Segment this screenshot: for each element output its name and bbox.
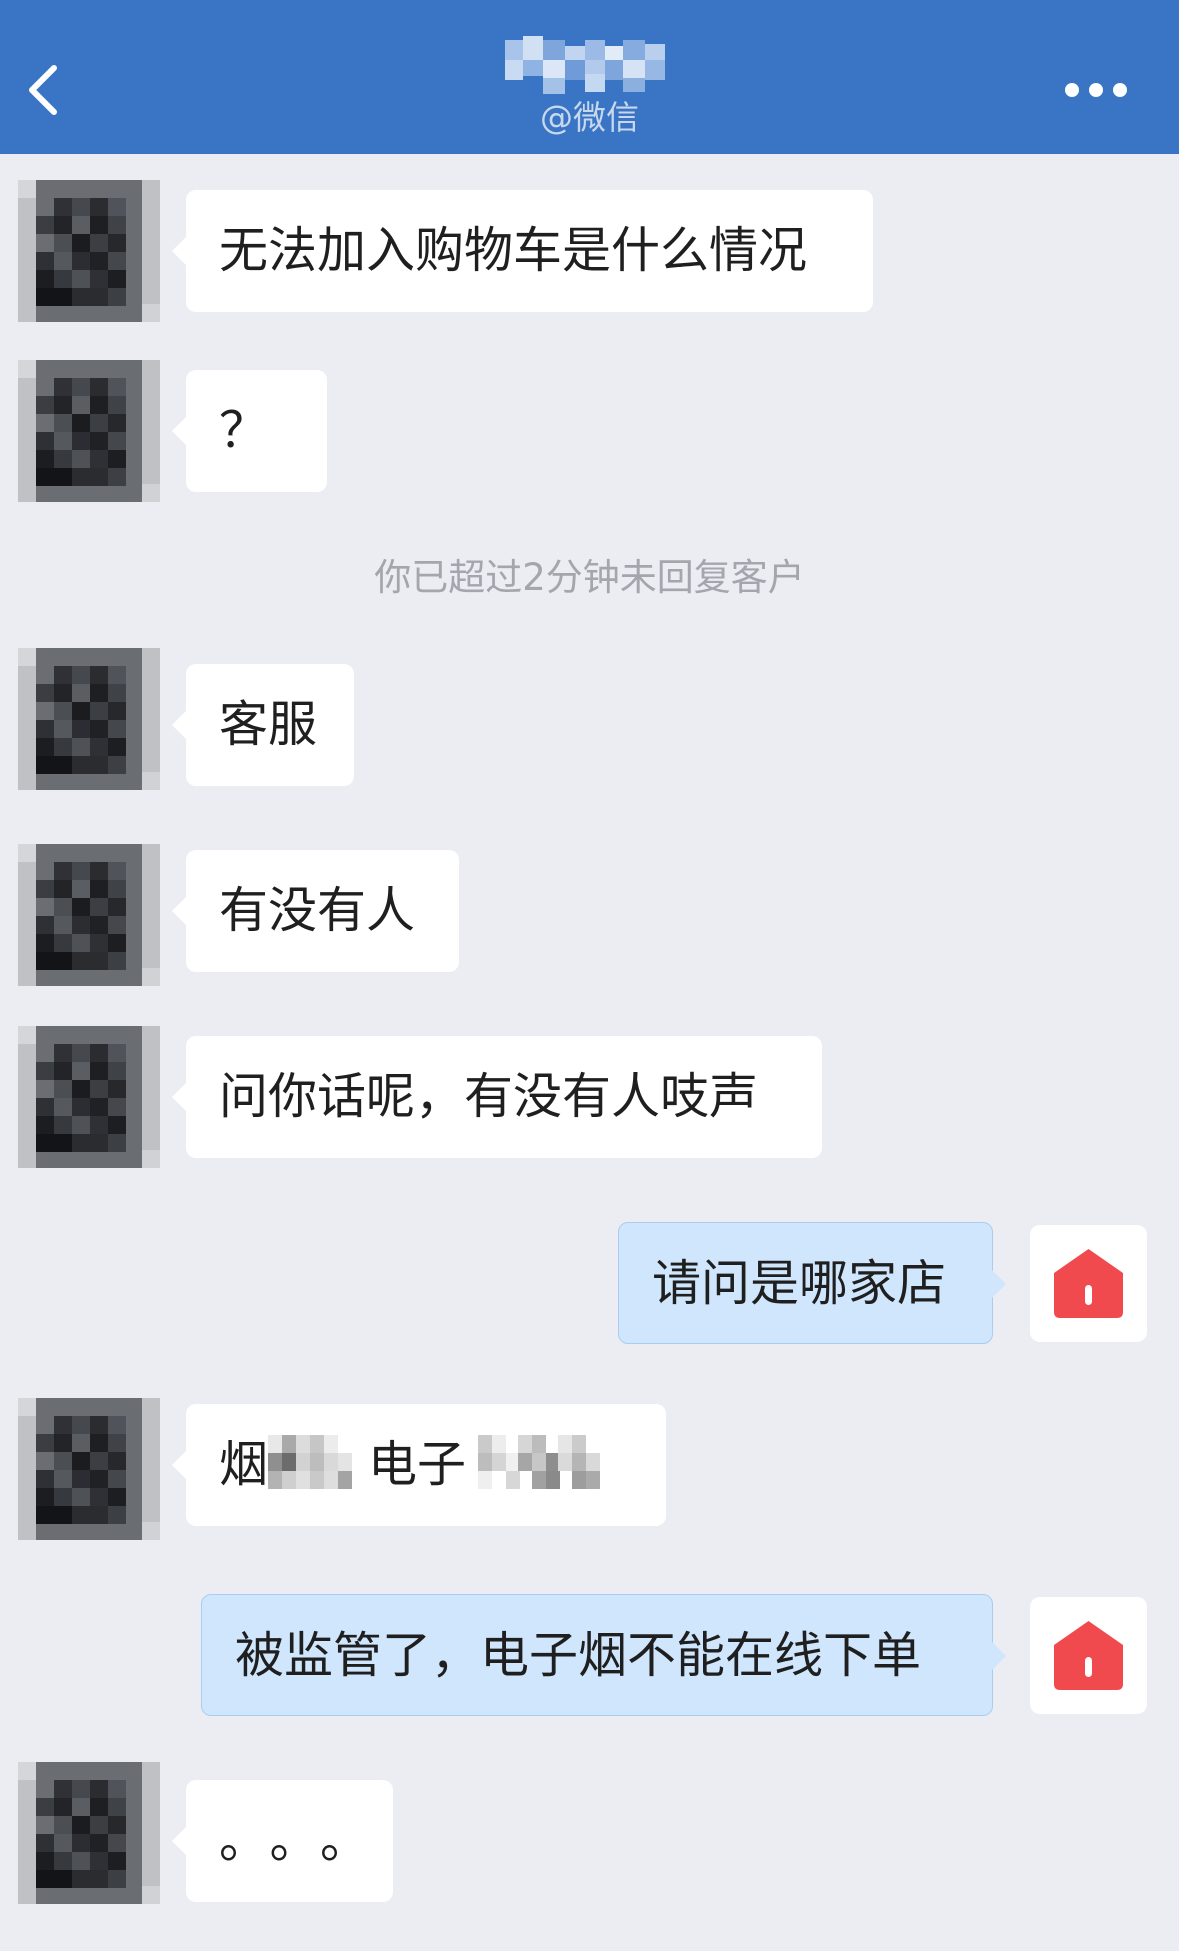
customer-avatar[interactable]	[18, 1026, 160, 1168]
customer-avatar[interactable]	[18, 360, 160, 502]
message-bubble[interactable]: 客服	[172, 664, 354, 786]
message-bubble[interactable]: 有没有人	[172, 850, 459, 972]
customer-avatar[interactable]	[18, 1398, 160, 1540]
message-bubble[interactable]: 无法加入购物车是什么情况	[172, 190, 873, 312]
shop-home-icon	[1054, 1621, 1123, 1690]
customer-avatar[interactable]	[18, 1762, 160, 1904]
redacted-text-block	[466, 1434, 615, 1489]
message-bubble-redacted[interactable]: 烟 电子	[172, 1404, 666, 1526]
redacted-text-block	[268, 1434, 369, 1489]
shop-avatar[interactable]	[1030, 1597, 1147, 1714]
shop-avatar[interactable]	[1030, 1225, 1147, 1342]
message-bubble[interactable]: 。。。	[172, 1780, 393, 1902]
message-bubble[interactable]: 问你话呢，有没有人吱声	[172, 1036, 822, 1158]
chat-header: @微信	[0, 0, 1179, 154]
system-notice: 你已超过2分钟未回复客户	[374, 556, 805, 599]
more-dots-icon	[1065, 83, 1127, 97]
customer-avatar[interactable]	[18, 844, 160, 986]
message-text-part: 烟	[219, 1436, 269, 1493]
chat-subtitle: @微信	[540, 98, 639, 137]
message-bubble-outgoing[interactable]: 被监管了，电子烟不能在线下单	[201, 1594, 1006, 1716]
shop-home-icon	[1054, 1249, 1123, 1318]
customer-avatar[interactable]	[18, 180, 160, 322]
message-text-part: 电子	[368, 1436, 467, 1493]
chat-list[interactable]: 无法加入购物车是什么情况 ？ 你已超过2分钟未回复客户 客服 有没有人 问你话呢…	[0, 154, 1179, 1951]
message-bubble-outgoing[interactable]: 请问是哪家店	[618, 1222, 1006, 1344]
more-button[interactable]	[1058, 70, 1158, 110]
customer-avatar[interactable]	[18, 648, 160, 790]
redacted-contact-name	[503, 36, 667, 94]
message-bubble[interactable]: ？	[172, 370, 327, 492]
